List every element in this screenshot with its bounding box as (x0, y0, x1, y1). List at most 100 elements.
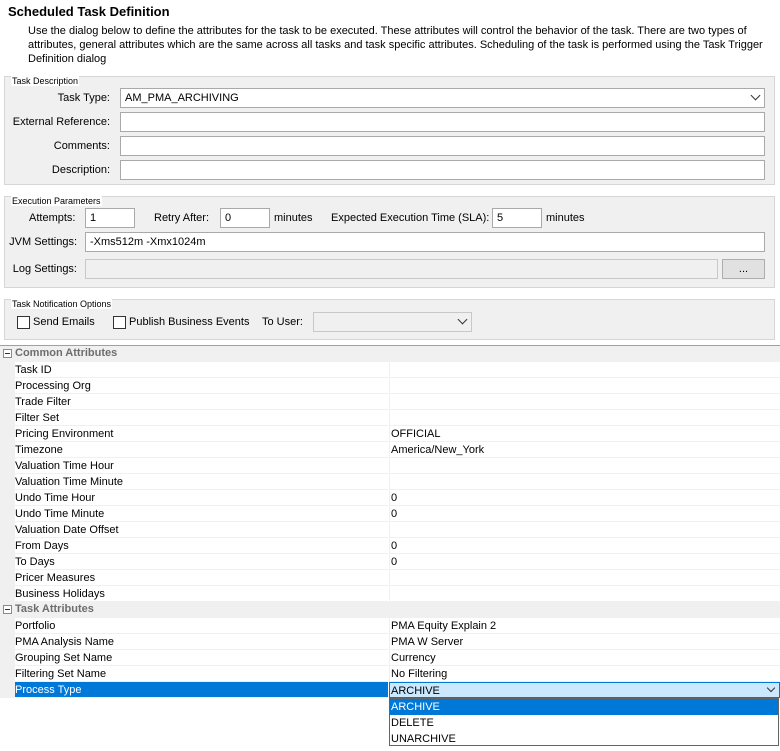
row-gutter (0, 522, 15, 538)
notification-options-group-title: Task Notification Options (11, 299, 113, 309)
task-type-value: AM_PMA_ARCHIVING (125, 92, 239, 104)
external-reference-label: External Reference: (12, 116, 110, 128)
row-gutter (0, 378, 15, 394)
grid-row[interactable]: To Days 0 (0, 554, 780, 570)
grid-row[interactable]: Processing Org (0, 378, 780, 394)
log-settings-field[interactable] (85, 259, 718, 279)
jvm-settings-label: JVM Settings: (9, 236, 77, 248)
property-value[interactable] (389, 522, 780, 538)
process-type-select[interactable]: ARCHIVE (389, 682, 780, 698)
grid-row[interactable]: Valuation Time Minute (0, 474, 780, 490)
property-value[interactable]: 0 (389, 538, 780, 554)
task-type-select[interactable]: AM_PMA_ARCHIVING (120, 88, 765, 108)
grid-row-selected[interactable]: Process Type ARCHIVE (0, 682, 780, 698)
grid-row[interactable]: Pricer Measures (0, 570, 780, 586)
chevron-down-icon (457, 314, 468, 325)
external-reference-field[interactable] (120, 112, 765, 132)
row-gutter (0, 506, 15, 522)
property-value[interactable] (389, 458, 780, 474)
grid-row[interactable]: PMA Analysis Name PMA W Server (0, 634, 780, 650)
property-value[interactable]: PMA W Server (389, 634, 780, 650)
row-gutter (0, 570, 15, 586)
category-title: Common Attributes (15, 347, 118, 359)
dropdown-option-delete[interactable]: DELETE (390, 715, 778, 731)
property-value[interactable]: 0 (389, 490, 780, 506)
property-value[interactable]: 0 (389, 506, 780, 522)
property-value[interactable] (389, 474, 780, 490)
category-task-attributes[interactable]: Task Attributes (0, 602, 780, 618)
grid-row[interactable]: Valuation Time Hour (0, 458, 780, 474)
property-name: Portfolio (15, 618, 388, 634)
property-value[interactable]: 0 (389, 554, 780, 570)
dropdown-option-archive[interactable]: ARCHIVE (390, 699, 778, 715)
property-value[interactable]: Currency (389, 650, 780, 666)
publish-business-events-checkbox[interactable] (113, 316, 126, 329)
grid-row[interactable]: Filtering Set Name No Filtering (0, 666, 780, 682)
process-type-dropdown-list: ARCHIVE DELETE UNARCHIVE (389, 698, 779, 746)
expected-time-field[interactable]: 5 (492, 208, 542, 228)
execution-parameters-group-title: Execution Parameters (11, 196, 102, 206)
chevron-down-icon[interactable] (766, 683, 776, 693)
grid-row[interactable]: From Days 0 (0, 538, 780, 554)
property-name: Timezone (15, 442, 388, 458)
grid-row[interactable]: Undo Time Minute 0 (0, 506, 780, 522)
send-emails-checkbox[interactable] (17, 316, 30, 329)
property-value[interactable] (389, 410, 780, 426)
property-name: Valuation Time Minute (15, 474, 388, 490)
collapse-icon[interactable] (3, 349, 12, 358)
property-name: Pricing Environment (15, 426, 388, 442)
property-value[interactable] (389, 362, 780, 378)
grid-row[interactable]: Task ID (0, 362, 780, 378)
retry-after-field[interactable]: 0 (220, 208, 270, 228)
property-value[interactable]: OFFICIAL (389, 426, 780, 442)
property-name: Pricer Measures (15, 570, 388, 586)
property-name: Processing Org (15, 378, 388, 394)
publish-business-events-label[interactable]: Publish Business Events (129, 316, 249, 328)
grid-row[interactable]: Filter Set (0, 410, 780, 426)
property-name: Task ID (15, 362, 388, 378)
property-value[interactable] (389, 378, 780, 394)
send-emails-label[interactable]: Send Emails (33, 316, 95, 328)
grid-row[interactable]: Trade Filter (0, 394, 780, 410)
attempts-label: Attempts: (29, 212, 76, 224)
category-title: Task Attributes (15, 603, 94, 615)
property-name: From Days (15, 538, 388, 554)
comments-field[interactable] (120, 136, 765, 156)
property-value: ARCHIVE (391, 685, 440, 697)
property-name: Undo Time Hour (15, 490, 388, 506)
description-field[interactable] (120, 160, 765, 180)
log-settings-browse-button[interactable]: ... (722, 259, 765, 279)
task-description-group-title: Task Description (11, 76, 80, 86)
dropdown-option-unarchive[interactable]: UNARCHIVE (390, 731, 778, 747)
grid-row[interactable]: Timezone America/New_York (0, 442, 780, 458)
property-value[interactable] (389, 394, 780, 410)
row-gutter (0, 474, 15, 490)
grid-row[interactable]: Business Holidays (0, 586, 780, 602)
row-gutter (0, 426, 15, 442)
row-gutter (0, 490, 15, 506)
row-gutter (0, 442, 15, 458)
property-name: Undo Time Minute (15, 506, 388, 522)
row-gutter (0, 634, 15, 650)
row-gutter (0, 458, 15, 474)
attempts-field[interactable]: 1 (85, 208, 135, 228)
grid-row[interactable]: Valuation Date Offset (0, 522, 780, 538)
jvm-settings-field[interactable]: -Xms512m -Xmx1024m (85, 232, 765, 252)
grid-row[interactable]: Undo Time Hour 0 (0, 490, 780, 506)
property-value[interactable]: No Filtering (389, 666, 780, 682)
row-gutter (0, 554, 15, 570)
collapse-icon[interactable] (3, 605, 12, 614)
retry-after-label: Retry After: (154, 212, 210, 224)
to-user-select[interactable] (313, 312, 472, 332)
property-value[interactable] (389, 570, 780, 586)
property-name: Grouping Set Name (15, 650, 388, 666)
grid-row[interactable]: Pricing Environment OFFICIAL (0, 426, 780, 442)
grid-row[interactable]: Grouping Set Name Currency (0, 650, 780, 666)
category-common-attributes[interactable]: Common Attributes (0, 346, 780, 362)
property-value[interactable]: America/New_York (389, 442, 780, 458)
property-name: To Days (15, 554, 388, 570)
row-gutter (0, 362, 15, 378)
property-value[interactable]: PMA Equity Explain 2 (389, 618, 780, 634)
property-value[interactable] (389, 586, 780, 602)
grid-row[interactable]: Portfolio PMA Equity Explain 2 (0, 618, 780, 634)
